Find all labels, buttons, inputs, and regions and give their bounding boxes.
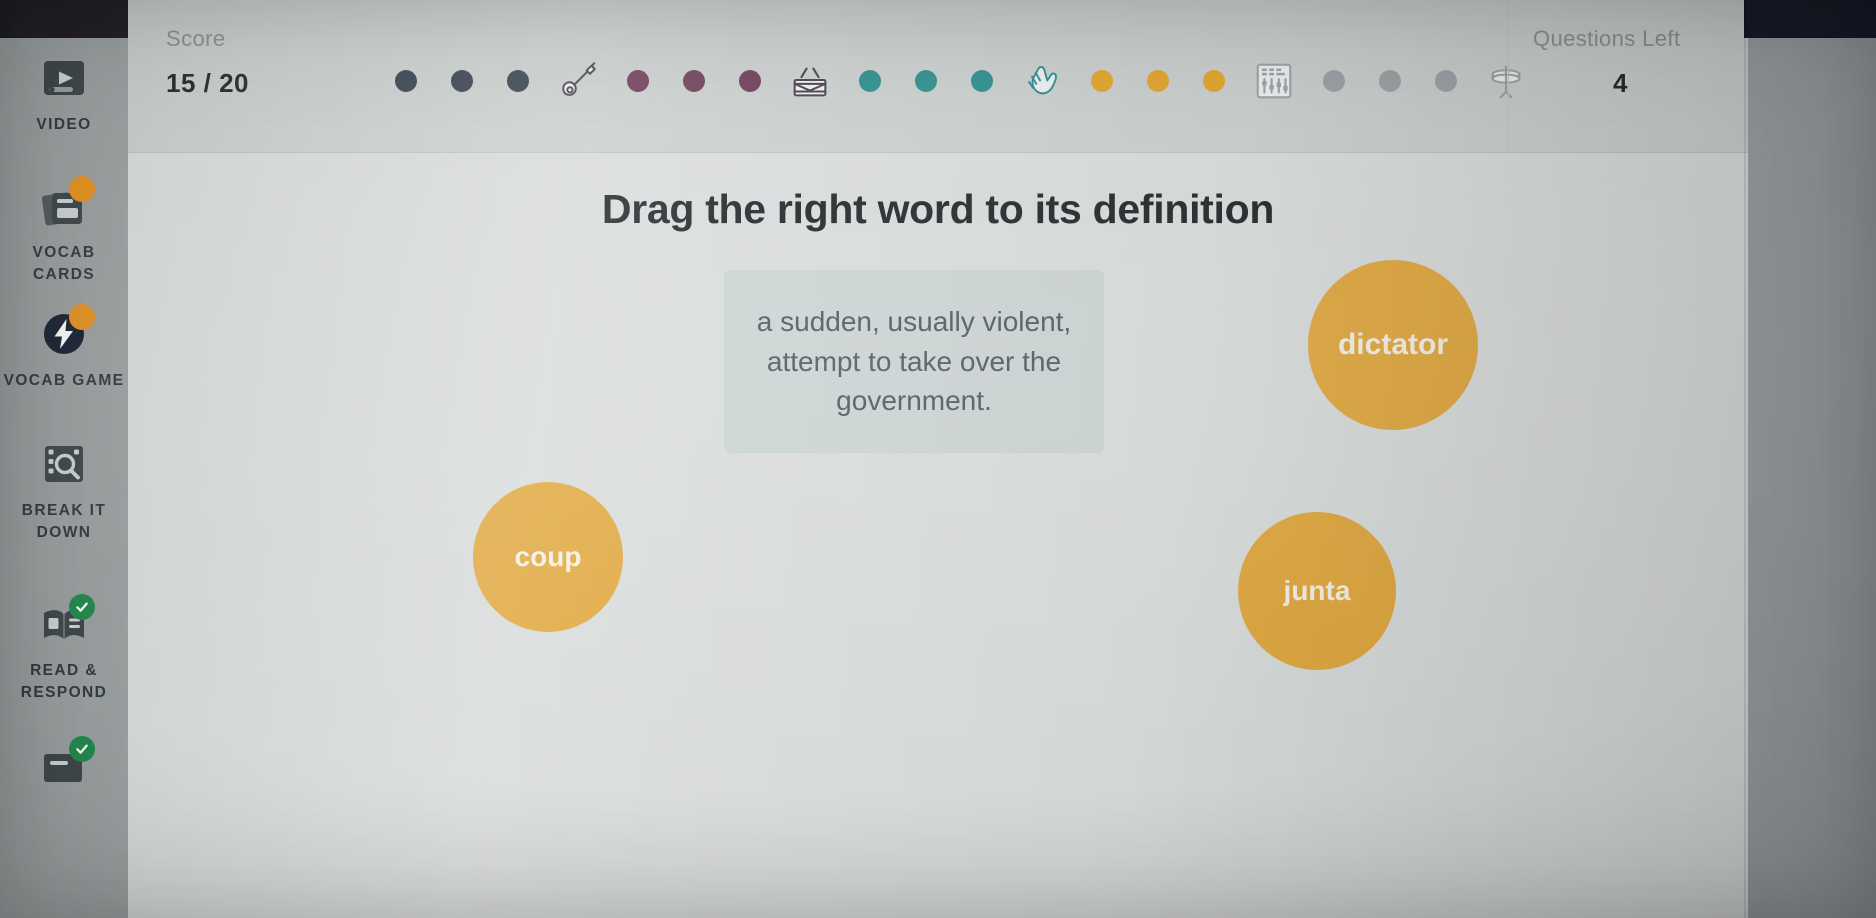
word-bubble-label: coup: [514, 541, 582, 572]
video-play-icon-wrap: [36, 50, 92, 106]
notification-badge-icon: [69, 304, 95, 330]
sidebar-item-label: READ & RESPOND: [20, 662, 108, 702]
screen-photo: Score 15 / 20 Questions Left 4 Drag the …: [0, 0, 1876, 918]
sidebar-item-video[interactable]: VIDEO: [0, 50, 128, 136]
guitar-icon: [555, 58, 601, 104]
progress-dot: [1147, 70, 1169, 92]
progress-dot: [1323, 70, 1345, 92]
word-bubble-label: junta: [1283, 575, 1351, 606]
progress-dot: [915, 70, 937, 92]
progress-dot: [1091, 70, 1113, 92]
progress-dot: [739, 70, 761, 92]
mixer-icon: [1251, 58, 1297, 104]
page-title: Drag the right word to its definition: [601, 186, 1275, 232]
score-label: Score: [166, 26, 226, 51]
completed-check-badge-icon: [69, 736, 95, 762]
sidebar-item-vocab-game[interactable]: VOCAB GAME: [0, 304, 128, 392]
header-divider: [1508, 0, 1509, 152]
game-header: Score 15 / 20 Questions Left 4: [128, 0, 1748, 153]
sidebar-item-label: BREAK IT DOWN: [21, 502, 107, 542]
progress-dot: [683, 70, 705, 92]
sidebar-item-read-respond[interactable]: READ & RESPOND: [0, 594, 128, 705]
progress-track: [378, 52, 1521, 110]
definition-text: a sudden, usually violent, attempt to ta…: [756, 305, 1072, 417]
cymbal-icon: [1483, 58, 1529, 104]
notification-badge-icon: [69, 176, 95, 202]
film-search-icon-wrap: [36, 436, 92, 492]
game-board: Drag the right word to its definition a …: [128, 152, 1748, 918]
progress-dot: [1435, 70, 1457, 92]
write-note-icon-wrap: [36, 736, 95, 794]
clapping-hands-icon: [1019, 58, 1065, 104]
word-bubble-coup[interactable]: coup: [473, 482, 623, 632]
score-value: 15 / 20: [166, 68, 250, 98]
progress-dot: [507, 70, 529, 92]
drum-icon: [787, 58, 833, 104]
screen-bezel-top-left: [0, 0, 128, 38]
sidebar-item-break-it-down[interactable]: BREAK IT DOWN: [0, 436, 128, 545]
progress-dot: [1203, 70, 1225, 92]
vocab-game-app-window: Score 15 / 20 Questions Left 4 Drag the …: [128, 0, 1748, 918]
word-bubble-label: dictator: [1337, 328, 1448, 361]
flash-cards-icon-wrap: [36, 176, 95, 234]
progress-dot: [1379, 70, 1401, 92]
progress-dot: [971, 70, 993, 92]
word-bubble-junta[interactable]: junta: [1238, 512, 1396, 670]
video-play-icon: [40, 54, 88, 102]
definition-drop-target[interactable]: a sudden, usually violent, attempt to ta…: [724, 270, 1104, 453]
sidebar-item-label: VIDEO: [36, 116, 92, 133]
lightning-bolt-icon-wrap: [36, 304, 95, 362]
word-bubble-dictator[interactable]: dictator: [1308, 260, 1478, 430]
progress-dot: [627, 70, 649, 92]
progress-dot: [451, 70, 473, 92]
sidebar-item-label: VOCAB CARDS: [32, 244, 96, 284]
film-search-icon: [40, 440, 88, 488]
questions-left-value: 4: [1613, 68, 1628, 98]
sidebar-item-vocab-cards[interactable]: VOCAB CARDS: [0, 176, 128, 287]
sidebar-item-label: VOCAB GAME: [3, 372, 125, 389]
questions-left-label: Questions Left: [1533, 26, 1681, 51]
screen-bezel-top-right: [1744, 0, 1876, 38]
sidebar-item-extra[interactable]: [0, 736, 128, 795]
left-sidebar: VIDEO VOCAB CARDS VOCAB GAME BREAK IT DOWN R…: [0, 38, 128, 918]
progress-dot: [395, 70, 417, 92]
progress-dot: [859, 70, 881, 92]
completed-check-badge-icon: [69, 594, 95, 620]
open-book-icon-wrap: [36, 594, 95, 652]
